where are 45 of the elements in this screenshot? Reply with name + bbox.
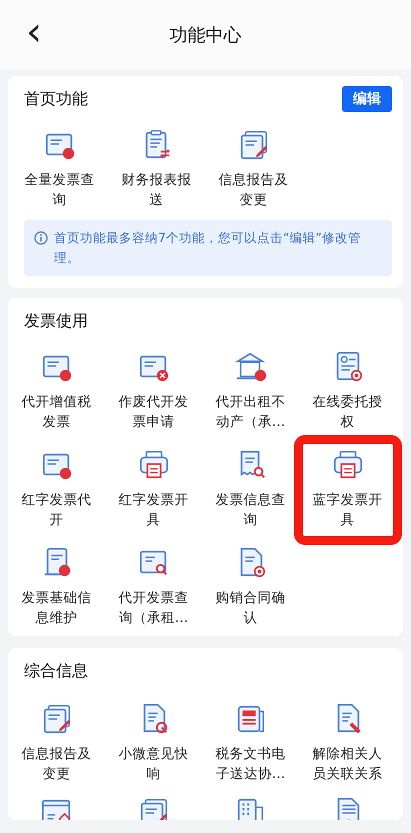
function-item[interactable]: 信息报告及变更 xyxy=(218,128,290,210)
function-item[interactable]: 代开发票查询（承租… xyxy=(118,546,190,628)
function-label: 作废代开发票申请 xyxy=(118,393,190,432)
function-label: 红字发票开具 xyxy=(118,491,190,530)
function-item[interactable]: 代开增值税发票 xyxy=(20,350,92,432)
function-label: 小微意见快响 xyxy=(118,745,190,784)
section-title: 综合信息 xyxy=(24,660,88,682)
function-item[interactable]: 代开出租不动产（承… xyxy=(214,350,286,432)
function-item[interactable]: 发票信息查询 xyxy=(214,448,286,530)
function-item[interactable]: 作废代开发票申请 xyxy=(118,350,190,432)
function-item[interactable]: 购销合同确认 xyxy=(214,546,286,628)
back-button[interactable]: ‹ xyxy=(14,12,54,58)
page-title: 功能中心 xyxy=(168,24,242,47)
function-label: 在线委托授权 xyxy=(312,393,384,432)
function-item[interactable]: 信息报告及变更 xyxy=(20,702,92,784)
function-label: 代开发票查询（承租… xyxy=(118,589,190,628)
function-label: 代开出租不动产（承… xyxy=(214,393,286,432)
function-label: 发票基础信息维护 xyxy=(20,589,92,628)
function-item[interactable]: 红字发票开具 xyxy=(118,448,190,530)
function-item[interactable]: 红字发票代开 xyxy=(20,448,92,530)
function-item[interactable]: 解除相关人员关联关系 xyxy=(312,702,384,784)
info-text: 首页功能最多容纳7个功能，您可以点击“编辑”修改管理。 xyxy=(54,229,362,267)
function-label: 蓝字发票开具 xyxy=(312,491,384,530)
info-icon xyxy=(34,231,48,245)
function-label: 税务文书电子送达协… xyxy=(214,745,286,784)
function-item[interactable]: 在线委托授权 xyxy=(312,350,384,432)
function-item[interactable]: 发票基础信息维护 xyxy=(20,546,92,628)
function-item[interactable]: 全量发票查询 xyxy=(24,128,96,210)
function-label: 购销合同确认 xyxy=(214,589,286,628)
building-icon xyxy=(234,350,268,384)
function-label: 全量发票查询 xyxy=(24,171,96,210)
function-item[interactable]: 税务文书电子送达协… xyxy=(214,702,286,784)
function-label: 红字发票代开 xyxy=(20,491,92,530)
section-title: 发票使用 xyxy=(24,310,88,332)
function-label: 解除相关人员关联关系 xyxy=(312,745,384,784)
function-item[interactable]: 小微意见快响 xyxy=(118,702,190,784)
function-label: 信息报告及变更 xyxy=(218,171,290,210)
function-label: 信息报告及变更 xyxy=(20,745,92,784)
function-item[interactable]: 蓝字发票开具 xyxy=(302,444,392,536)
function-label: 财务报表报送 xyxy=(120,171,192,210)
section-title: 首页功能 xyxy=(24,88,88,110)
function-label: 发票信息查询 xyxy=(214,491,286,530)
edit-button[interactable]: 编辑 xyxy=(342,86,392,112)
function-item[interactable]: 财务报表报送 xyxy=(120,128,192,210)
function-label: 代开增值税发票 xyxy=(20,393,92,432)
